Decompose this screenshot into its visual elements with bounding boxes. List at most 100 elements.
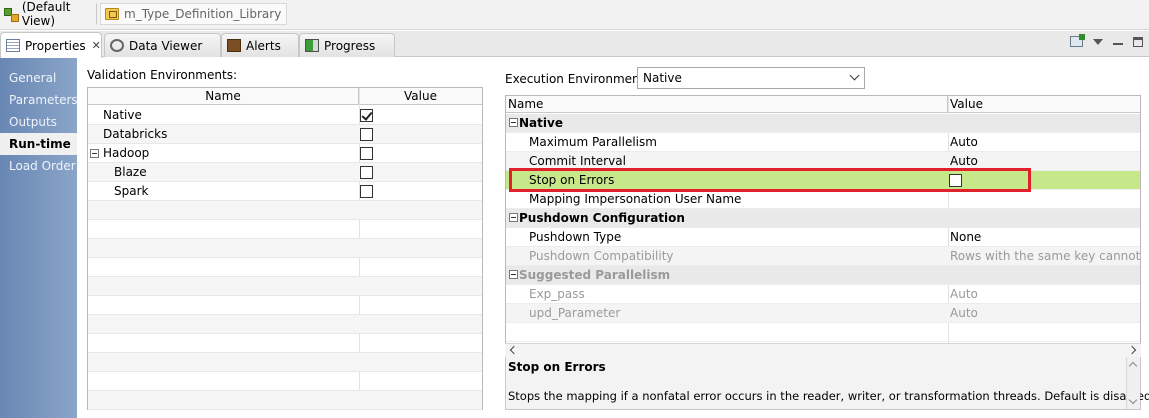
property-name: Pushdown Type	[529, 230, 622, 244]
column-header-name[interactable]: Name	[88, 88, 359, 104]
group-name: Native	[519, 116, 563, 130]
scroll-right-icon[interactable]	[1127, 345, 1137, 355]
new-window-icon[interactable]	[1070, 34, 1085, 47]
breadcrumb: (Default View) m_Type_Definition_Library	[0, 0, 1149, 30]
group-name: Pushdown Configuration	[519, 211, 685, 225]
property-description: Stop on Errors Stops the mapping if a no…	[505, 357, 1149, 410]
table-row[interactable]: Commit Interval Auto	[506, 152, 1140, 171]
group-row-native[interactable]: Native	[506, 114, 1140, 133]
tab-label: Alerts	[246, 38, 281, 53]
breadcrumb-mapping[interactable]: m_Type_Definition_Library	[100, 3, 287, 25]
empty-row	[88, 258, 482, 277]
selected-value: Native	[643, 71, 682, 85]
tab-label: Data Viewer	[129, 38, 203, 53]
property-name: Stop on Errors	[529, 173, 615, 187]
view-tab-bar: Properties ✕ Data Viewer Alerts Progress	[0, 31, 1149, 58]
property-value[interactable]: None	[950, 230, 981, 244]
table-row[interactable]: Native	[88, 106, 482, 125]
sidebar-item-outputs[interactable]: Outputs	[0, 111, 77, 133]
env-name: Native	[103, 108, 142, 122]
empty-row	[88, 201, 482, 220]
table-row: Pushdown Compatibility Rows with the sam…	[506, 247, 1141, 266]
breadcrumb-label: (Default View)	[21, 0, 71, 28]
folder-icon	[105, 8, 119, 20]
sidebar-item-run-time[interactable]: Run-time	[0, 133, 77, 155]
tab-properties[interactable]: Properties ✕	[0, 32, 102, 58]
property-name: upd_Parameter	[529, 306, 621, 320]
alerts-icon	[227, 39, 241, 52]
sidebar-item-general[interactable]: General	[0, 67, 77, 89]
vertical-scrollbar[interactable]	[1126, 357, 1140, 409]
table-row: upd_Parameter Auto	[506, 304, 1140, 323]
collapse-icon[interactable]	[509, 270, 518, 279]
env-checkbox-blaze[interactable]	[360, 165, 373, 179]
close-icon[interactable]: ✕	[92, 39, 101, 52]
table-row[interactable]: Pushdown Type None	[506, 228, 1140, 247]
table-row[interactable]: Blaze	[88, 163, 482, 182]
collapse-icon[interactable]	[509, 118, 518, 127]
property-name: Pushdown Compatibility	[529, 249, 674, 263]
env-checkbox-databricks[interactable]	[360, 127, 373, 141]
collapse-icon[interactable]	[509, 213, 518, 222]
view-icon	[3, 6, 19, 22]
empty-row	[506, 323, 1140, 342]
scroll-down-icon[interactable]	[1128, 395, 1138, 405]
validation-environments-label: Validation Environments:	[87, 68, 237, 82]
property-name: Exp_pass	[529, 287, 585, 301]
property-value: Rows with the same key cannot be re	[950, 249, 1141, 263]
property-value[interactable]: Auto	[950, 135, 978, 149]
property-value: Auto	[950, 287, 978, 301]
stop-on-errors-checkbox[interactable]	[949, 174, 962, 187]
breadcrumb-default-view[interactable]: (Default View)	[0, 0, 97, 28]
tab-progress[interactable]: Progress	[299, 33, 395, 57]
minimize-icon[interactable]	[1113, 42, 1123, 45]
scroll-left-icon[interactable]	[509, 345, 519, 355]
table-row[interactable]: Hadoop	[88, 144, 482, 163]
execution-environment-label: Execution Environment:	[505, 72, 649, 86]
execution-environment-select[interactable]: Native	[637, 67, 865, 89]
env-name: Spark	[114, 184, 149, 198]
env-checkbox-hadoop[interactable]	[360, 146, 373, 160]
column-header-value[interactable]: Value	[948, 96, 1140, 112]
collapse-icon[interactable]	[90, 148, 99, 158]
breadcrumb-label: m_Type_Definition_Library	[124, 7, 282, 21]
description-text: Stops the mapping if a nonfatal error oc…	[508, 389, 1149, 403]
env-checkbox-native[interactable]	[360, 108, 373, 122]
property-name: Maximum Parallelism	[529, 135, 657, 149]
table-row[interactable]: Databricks	[88, 125, 482, 144]
group-row-suggested-parallelism[interactable]: Suggested Parallelism	[506, 266, 1140, 285]
column-header-name[interactable]: Name	[506, 96, 948, 112]
tab-label: Progress	[324, 38, 376, 53]
property-name: Mapping Impersonation User Name	[529, 192, 742, 206]
grid-header: Name Value	[88, 88, 482, 105]
chevron-down-icon	[849, 70, 860, 81]
table-row[interactable]: Mapping Impersonation User Name	[506, 190, 1140, 209]
sidebar-item-parameters[interactable]: Parameters	[0, 89, 78, 111]
table-row[interactable]: Spark	[88, 182, 482, 201]
column-header-value[interactable]: Value	[359, 88, 482, 104]
group-row-pushdown[interactable]: Pushdown Configuration	[506, 209, 1140, 228]
empty-row	[88, 391, 482, 410]
table-row-selected[interactable]: Stop on Errors	[506, 171, 1140, 190]
sidebar-item-load-order[interactable]: Load Order	[0, 155, 77, 177]
horizontal-scrollbar[interactable]	[505, 343, 1141, 357]
empty-row	[88, 239, 482, 258]
view-menu-icon[interactable]	[1093, 38, 1103, 45]
empty-row	[88, 220, 482, 239]
tab-alerts[interactable]: Alerts	[221, 33, 299, 57]
grid-header: Name Value	[506, 96, 1140, 113]
property-value: Auto	[950, 306, 978, 320]
table-row: Exp_pass Auto	[506, 285, 1140, 304]
env-checkbox-spark[interactable]	[360, 184, 373, 198]
env-name: Databricks	[103, 127, 168, 141]
empty-row	[88, 315, 482, 334]
scroll-up-icon[interactable]	[1128, 361, 1138, 371]
property-value[interactable]: Auto	[950, 154, 978, 168]
env-name: Blaze	[114, 165, 147, 179]
property-name: Commit Interval	[529, 154, 626, 168]
empty-row	[88, 277, 482, 296]
progress-icon	[305, 39, 319, 52]
maximize-icon[interactable]	[1133, 36, 1143, 47]
tab-data-viewer[interactable]: Data Viewer	[104, 33, 221, 57]
table-row[interactable]: Maximum Parallelism Auto	[506, 133, 1140, 152]
